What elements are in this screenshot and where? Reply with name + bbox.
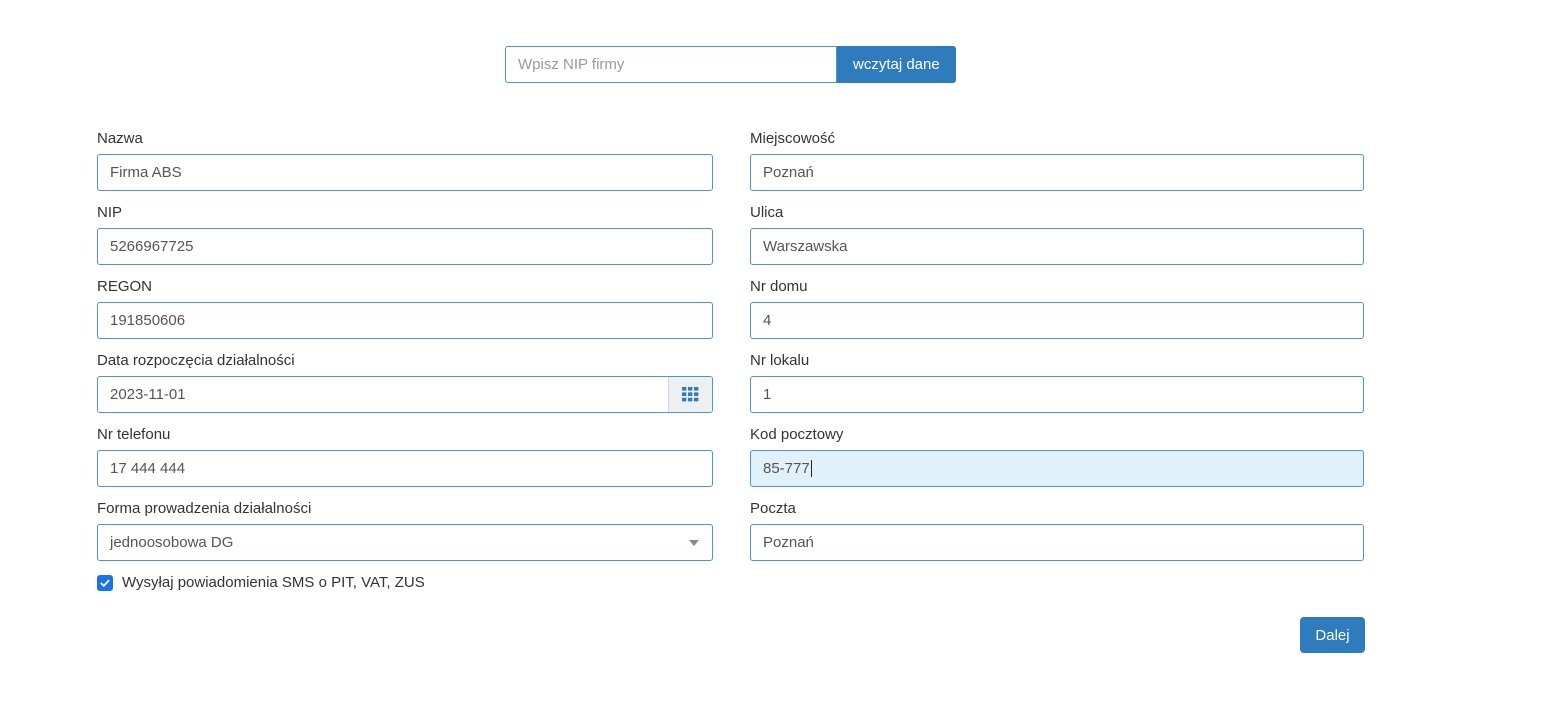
field-nr-lokalu: Nr lokalu [750, 352, 1364, 413]
field-label: Nr telefonu [97, 426, 713, 444]
nr-lokalu-input[interactable] [750, 376, 1364, 413]
field-label: Nr domu [750, 278, 1364, 296]
nip-loader-bar: wczytaj dane [505, 46, 956, 83]
field-label: Forma prowadzenia działalności [97, 500, 713, 518]
field-label: Miejscowość [750, 130, 1364, 148]
field-forma-dzialalnosci: Forma prowadzenia działalności jednoosob… [97, 500, 713, 561]
kod-pocztowy-value: 85-777 [763, 460, 810, 477]
nr-telefonu-input[interactable] [97, 450, 713, 487]
field-label: Nr lokalu [750, 352, 1364, 370]
field-label: Nazwa [97, 130, 713, 148]
field-nazwa: Nazwa [97, 130, 713, 191]
field-ulica: Ulica [750, 204, 1364, 265]
nazwa-input[interactable] [97, 154, 713, 191]
sms-checkbox-label: Wysyłaj powiadomienia SMS o PIT, VAT, ZU… [122, 574, 425, 591]
field-label: Kod pocztowy [750, 426, 1364, 444]
field-nr-telefonu: Nr telefonu [97, 426, 713, 487]
calendar-picker-button[interactable] [668, 377, 712, 412]
sms-checkbox[interactable] [97, 575, 113, 591]
field-label: Data rozpoczęcia działalności [97, 352, 713, 370]
data-rozpoczecia-input[interactable] [98, 377, 668, 412]
text-cursor [811, 460, 812, 477]
field-nr-domu: Nr domu [750, 278, 1364, 339]
miejscowosc-input[interactable] [750, 154, 1364, 191]
forma-select-value: jednoosobowa DG [110, 534, 233, 551]
field-data-rozpoczecia: Data rozpoczęcia działalności [97, 352, 713, 413]
forma-select[interactable]: jednoosobowa DG [97, 524, 713, 561]
kod-pocztowy-input[interactable]: 85-777 [750, 450, 1364, 487]
calendar-grid-icon [682, 387, 699, 402]
sms-checkbox-row: Wysyłaj powiadomienia SMS o PIT, VAT, ZU… [97, 574, 713, 591]
checkmark-icon [99, 577, 111, 589]
field-label: REGON [97, 278, 713, 296]
field-regon: REGON [97, 278, 713, 339]
field-nip: NIP [97, 204, 713, 265]
form-column-right: Miejscowość Ulica Nr domu Nr lokalu Kod … [750, 130, 1364, 574]
field-poczta: Poczta [750, 500, 1364, 561]
company-data-form-page: wczytaj dane Nazwa NIP REGON Data rozpoc… [0, 0, 1546, 705]
date-input-group [97, 376, 713, 413]
ulica-input[interactable] [750, 228, 1364, 265]
nip-input[interactable] [97, 228, 713, 265]
field-label: NIP [97, 204, 713, 222]
field-label: Ulica [750, 204, 1364, 222]
poczta-input[interactable] [750, 524, 1364, 561]
field-kod-pocztowy: Kod pocztowy 85-777 [750, 426, 1364, 487]
next-button[interactable]: Dalej [1300, 617, 1365, 653]
field-miejscowosc: Miejscowość [750, 130, 1364, 191]
nr-domu-input[interactable] [750, 302, 1364, 339]
forma-select-wrap: jednoosobowa DG [97, 524, 713, 561]
field-label: Poczta [750, 500, 1364, 518]
load-data-button[interactable]: wczytaj dane [837, 46, 956, 83]
regon-input[interactable] [97, 302, 713, 339]
nip-search-input[interactable] [505, 46, 837, 83]
form-column-left: Nazwa NIP REGON Data rozpoczęcia działal… [97, 130, 713, 591]
